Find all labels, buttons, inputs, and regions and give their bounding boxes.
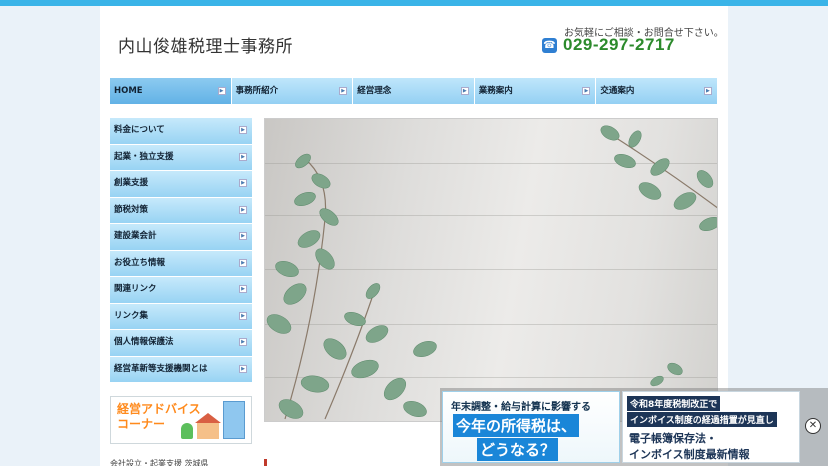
phone-icon: ☎ (542, 37, 557, 53)
ad-text: 年末調整・給与計算に影響する (451, 402, 591, 413)
arrow-right-icon: ▶ (239, 258, 247, 267)
sidebar-item-privacy[interactable]: 個人情報保護法 ▶ (110, 330, 252, 356)
advice-corner-banner[interactable]: 経営アドバイス コーナー (110, 396, 252, 444)
sidebar-item-startup[interactable]: 起業・独立支援 ▶ (110, 144, 252, 170)
sidebar-item-useful-info[interactable]: お役立ち情報 ▶ (110, 250, 252, 276)
sidebar-item-label: 起業・独立支援 (114, 151, 174, 162)
arrow-right-icon: ▶ (239, 285, 247, 293)
house-icon (197, 423, 219, 439)
ad-text: インボイス制度最新情報 (629, 448, 750, 461)
arrow-right-icon: ▶ (703, 87, 712, 95)
arrow-right-icon: ▶ (239, 232, 247, 240)
ad-text: 令和8年度税制改正で (627, 396, 721, 411)
ad-text: どうなる？ (477, 438, 559, 461)
sidebar-item-fees[interactable]: 料金について ▶ (110, 118, 252, 144)
house-roof-icon (195, 413, 221, 423)
banner-line: 経営アドバイス (117, 402, 201, 416)
nav-label: 経営理念 (357, 86, 392, 96)
arrow-right-icon: ▶ (239, 179, 247, 187)
phone-block[interactable]: ☎ 029-297-2717 (542, 35, 675, 55)
ad-text: 今年の所得税は、 (453, 414, 580, 437)
site-logo[interactable]: 内山俊雄税理士事務所 (118, 32, 293, 57)
sidebar-item-label: 関連リンク (114, 284, 157, 294)
sidebar-item-label: 建設業会計 (114, 231, 157, 241)
tree-icon (181, 423, 193, 439)
arrow-right-icon: ▶ (239, 205, 247, 214)
nav-home[interactable]: HOME ▶ (110, 78, 232, 104)
nav-services[interactable]: 業務案内 ▶ (474, 78, 597, 104)
ad-text: 電子帳簿保存法・ (629, 432, 717, 445)
content-heading-marker (264, 459, 444, 466)
sidebar-item-label: 節税対策 (114, 204, 149, 215)
arrow-right-icon: ▶ (239, 126, 247, 134)
sidebar-item-label: 個人情報保護法 (114, 337, 174, 347)
nav-label: HOME (114, 86, 143, 96)
sidebar-item-construction[interactable]: 建設業会計 ▶ (110, 224, 252, 250)
footer-link[interactable]: 会社設立・起業支援 茨城県 (110, 458, 209, 466)
sidebar-item-tax-saving[interactable]: 節税対策 ▶ (110, 197, 252, 223)
ad-income-tax[interactable]: 年末調整・給与計算に影響する 今年の所得税は、 どうなる？ (442, 391, 620, 463)
sidebar-item-link-list[interactable]: リンク集 ▶ (110, 303, 252, 329)
ad-invoice[interactable]: 令和8年度税制改正で インボイス制度の経過措置が見直し 電子帳簿保存法・ インボ… (622, 391, 800, 463)
nav-philosophy[interactable]: 経営理念 ▶ (353, 78, 475, 104)
arrow-right-icon: ▶ (460, 87, 469, 95)
ad-overlay: 年末調整・給与計算に影響する 今年の所得税は、 どうなる？ 令和8年度税制改正で… (440, 388, 828, 466)
nav-label: 業務案内 (478, 86, 513, 96)
sidebar-item-label: 創業支援 (114, 178, 149, 188)
eucalyptus-leaves (266, 125, 717, 420)
sidebar-item-label: お役立ち情報 (114, 257, 166, 268)
sidebar-item-founding[interactable]: 創業支援 ▶ (110, 171, 252, 197)
hero-image (264, 118, 718, 422)
sidebar-item-related-links[interactable]: 関連リンク ▶ (110, 277, 252, 303)
close-icon[interactable]: ✕ (805, 418, 821, 434)
nav-access[interactable]: 交通案内 ▶ (596, 78, 718, 104)
arrow-right-icon: ▶ (217, 87, 226, 95)
phone-number[interactable]: 029-297-2717 (563, 35, 675, 55)
arrow-right-icon: ▶ (339, 87, 348, 95)
sidebar-item-label: 経営革新等支援機関とは (114, 363, 208, 374)
global-nav: HOME ▶ 事務所紹介 ▶ 経営理念 ▶ 業務案内 ▶ 交通案内 ▶ (110, 78, 718, 104)
ad-text: インボイス制度の経過措置が見直し (627, 412, 777, 427)
arrow-right-icon: ▶ (239, 311, 247, 320)
arrow-right-icon: ▶ (582, 87, 591, 95)
sidebar-item-label: 料金について (114, 125, 165, 135)
building-icon (223, 401, 245, 439)
sidebar-item-support-org[interactable]: 経営革新等支援機関とは ▶ (110, 356, 252, 382)
arrow-right-icon: ▶ (239, 364, 247, 373)
nav-label: 事務所紹介 (235, 86, 279, 96)
nav-office[interactable]: 事務所紹介 ▶ (231, 78, 354, 104)
sidebar-item-label: リンク集 (114, 310, 149, 321)
arrow-right-icon: ▶ (239, 152, 247, 161)
nav-label: 交通案内 (600, 86, 635, 96)
arrow-right-icon: ▶ (239, 338, 247, 346)
sidebar-menu: 料金について ▶ 起業・独立支援 ▶ 創業支援 ▶ 節税対策 ▶ 建設業会計 ▶ お役立ち… (110, 118, 252, 383)
